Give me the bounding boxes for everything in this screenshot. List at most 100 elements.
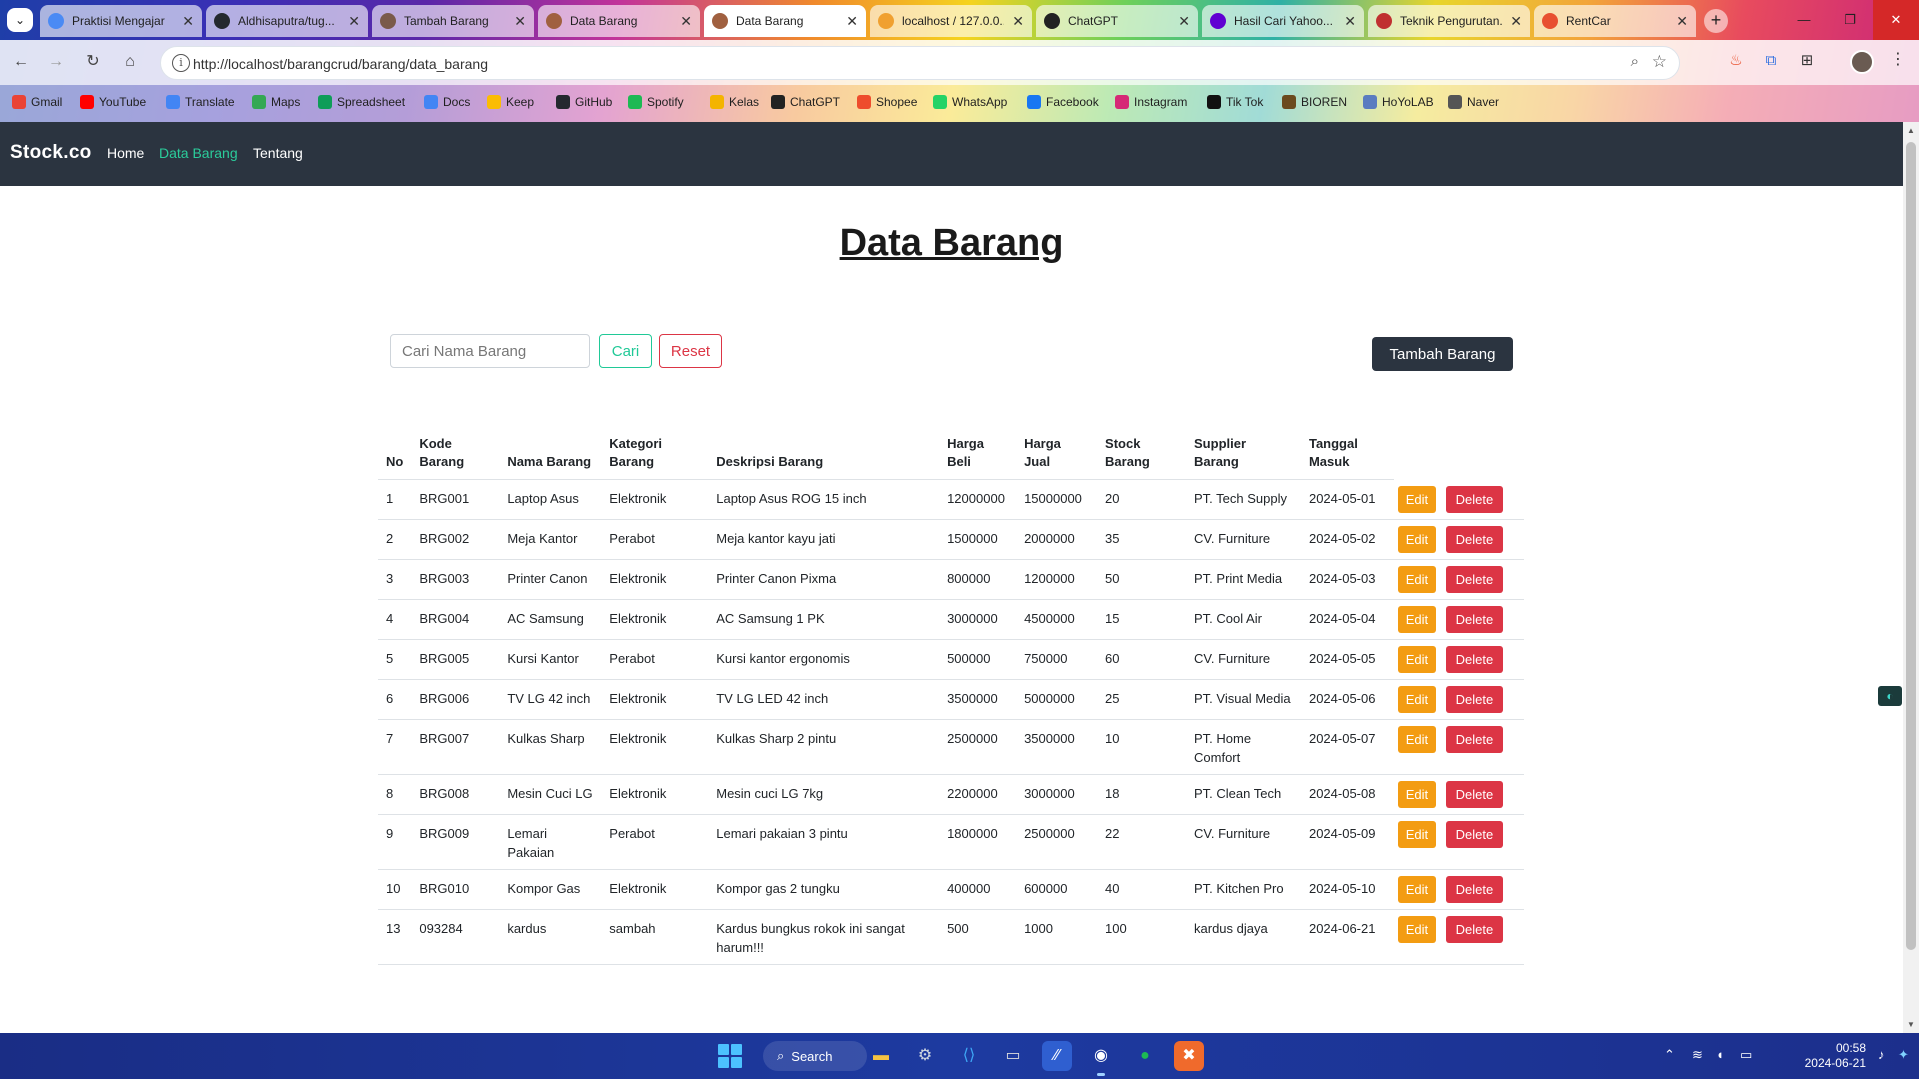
tab-close-icon[interactable]: ✕ — [348, 13, 360, 30]
file-explorer-icon[interactable]: ▬ — [866, 1041, 896, 1071]
tab-close-icon[interactable]: ✕ — [514, 13, 526, 30]
tab-close-icon[interactable]: ✕ — [182, 13, 194, 30]
zoom-icon[interactable]: ⌕ — [1631, 53, 1639, 70]
browser-tab[interactable]: ChatGPT ✕ — [1036, 5, 1198, 37]
scroll-down-icon[interactable]: ▼ — [1907, 1020, 1915, 1029]
nav-data-barang[interactable]: Data Barang — [159, 145, 238, 161]
edit-button[interactable]: Edit — [1397, 565, 1436, 593]
nav-home[interactable]: Home — [107, 145, 144, 161]
bookmark-item[interactable]: ChatGPT — [771, 95, 840, 109]
nav-tentang[interactable]: Tentang — [253, 145, 303, 161]
edit-button[interactable]: Edit — [1397, 645, 1436, 673]
notification-bell-icon[interactable]: ♪ — [1878, 1047, 1885, 1062]
delete-button[interactable]: Delete — [1445, 645, 1503, 673]
back-icon[interactable]: ← — [8, 49, 34, 75]
browser-tab[interactable]: Data Barang ✕ — [704, 5, 866, 37]
browser-menu-icon[interactable]: ⋮ — [1890, 49, 1906, 69]
bookmark-item[interactable]: YouTube — [80, 95, 146, 109]
vscode-icon[interactable]: ⟨⟩ — [954, 1041, 984, 1071]
new-tab-button[interactable]: + — [1704, 9, 1728, 33]
translate-extension-icon[interactable]: ⧉ — [1760, 50, 1782, 72]
edit-button[interactable]: Edit — [1397, 780, 1436, 808]
volume-icon[interactable]: ◖ — [1716, 1047, 1724, 1062]
delete-button[interactable]: Delete — [1445, 565, 1503, 593]
delete-button[interactable]: Delete — [1445, 780, 1503, 808]
edit-button[interactable]: Edit — [1397, 485, 1436, 513]
address-bar[interactable]: i http://localhost/barangcrud/barang/dat… — [160, 46, 1680, 80]
tab-close-icon[interactable]: ✕ — [846, 13, 858, 30]
delete-button[interactable]: Delete — [1445, 915, 1503, 943]
bookmark-item[interactable]: Docs — [424, 95, 470, 109]
wifi-icon[interactable]: ≋ — [1692, 1047, 1703, 1063]
tab-close-icon[interactable]: ✕ — [1178, 13, 1190, 30]
browser-tab[interactable]: Aldhisaputra/tug... ✕ — [206, 5, 368, 37]
browser-tab[interactable]: Tambah Barang ✕ — [372, 5, 534, 37]
browser-tab[interactable]: RentCar ✕ — [1534, 5, 1696, 37]
bookmark-item[interactable]: Spotify — [628, 95, 684, 109]
bookmark-item[interactable]: Tik Tok — [1207, 95, 1263, 109]
minimize-button[interactable]: — — [1781, 0, 1827, 40]
edit-button[interactable]: Edit — [1397, 525, 1436, 553]
tab-close-icon[interactable]: ✕ — [1344, 13, 1356, 30]
edit-button[interactable]: Edit — [1397, 605, 1436, 633]
bookmark-item[interactable]: Kelas — [710, 95, 759, 109]
browser-tab[interactable]: Data Barang ✕ — [538, 5, 700, 37]
tab-close-icon[interactable]: ✕ — [1012, 13, 1024, 30]
delete-button[interactable]: Delete — [1445, 875, 1503, 903]
address-url[interactable]: http://localhost/barangcrud/barang/data_… — [193, 56, 488, 72]
bookmark-item[interactable]: Naver — [1448, 95, 1499, 109]
sidebar-widget-icon[interactable]: ◐ — [1878, 686, 1902, 706]
edit-button[interactable]: Edit — [1397, 915, 1436, 943]
forward-icon[interactable]: → — [43, 49, 69, 75]
edit-button[interactable]: Edit — [1397, 820, 1436, 848]
tray-overflow-icon[interactable]: ⌃ — [1664, 1047, 1675, 1063]
bookmark-item[interactable]: WhatsApp — [933, 95, 1007, 109]
browser-tab[interactable]: Hasil Cari Yahoo... ✕ — [1202, 5, 1364, 37]
settings-icon[interactable]: ⚙ — [910, 1041, 940, 1071]
extension-fire-icon[interactable]: ♨ — [1725, 50, 1747, 72]
search-button[interactable]: Cari — [599, 334, 652, 368]
tab-close-icon[interactable]: ✕ — [680, 13, 692, 30]
window-close-button[interactable]: ✕ — [1873, 0, 1919, 40]
taskbar-clock[interactable]: 00:58 2024-06-21 — [1796, 1041, 1866, 1071]
tab-close-icon[interactable]: ✕ — [1510, 13, 1522, 30]
xampp-icon[interactable]: ✖ — [1174, 1041, 1204, 1071]
reload-icon[interactable]: ↻ — [80, 49, 106, 75]
delete-button[interactable]: Delete — [1445, 725, 1503, 753]
bookmark-item[interactable]: Translate — [166, 95, 235, 109]
copilot-icon[interactable]: ✦ — [1898, 1047, 1909, 1063]
tab-search-button[interactable]: ⌄ — [7, 8, 33, 32]
browser-tab[interactable]: localhost / 127.0.0... ✕ — [870, 5, 1032, 37]
delete-button[interactable]: Delete — [1445, 485, 1503, 513]
bookmark-item[interactable]: Shopee — [857, 95, 917, 109]
scroll-thumb[interactable] — [1906, 142, 1916, 950]
editor-app-icon[interactable]: ⁄⁄ — [1042, 1041, 1072, 1071]
profile-avatar[interactable] — [1850, 50, 1874, 74]
home-icon[interactable]: ⌂ — [117, 49, 143, 75]
bookmark-item[interactable]: Facebook — [1027, 95, 1099, 109]
scroll-up-icon[interactable]: ▲ — [1907, 126, 1915, 135]
bookmark-item[interactable]: Maps — [252, 95, 300, 109]
delete-button[interactable]: Delete — [1445, 685, 1503, 713]
add-item-button[interactable]: Tambah Barang — [1372, 337, 1513, 371]
delete-button[interactable]: Delete — [1445, 605, 1503, 633]
browser-tab[interactable]: Teknik Pengurutan... ✕ — [1368, 5, 1530, 37]
bookmark-item[interactable]: GitHub — [556, 95, 612, 109]
search-input[interactable] — [390, 334, 590, 368]
delete-button[interactable]: Delete — [1445, 525, 1503, 553]
delete-button[interactable]: Delete — [1445, 820, 1503, 848]
terminal-icon[interactable]: ▭ — [998, 1041, 1028, 1071]
browser-tab[interactable]: Praktisi Mengajar ✕ — [40, 5, 202, 37]
extensions-puzzle-icon[interactable]: ⊞ — [1796, 50, 1818, 72]
edit-button[interactable]: Edit — [1397, 725, 1436, 753]
bookmark-item[interactable]: Gmail — [12, 95, 62, 109]
tab-close-icon[interactable]: ✕ — [1676, 13, 1688, 30]
bookmark-item[interactable]: HoYoLAB — [1363, 95, 1434, 109]
site-brand[interactable]: Stock.co — [10, 142, 92, 164]
edit-button[interactable]: Edit — [1397, 685, 1436, 713]
bookmark-item[interactable]: BIOREN — [1282, 95, 1347, 109]
bookmark-item[interactable]: Instagram — [1115, 95, 1187, 109]
taskbar-search[interactable]: ⌕ Search — [763, 1041, 867, 1071]
bookmark-star-icon[interactable]: ☆ — [1652, 52, 1667, 72]
edit-button[interactable]: Edit — [1397, 875, 1436, 903]
